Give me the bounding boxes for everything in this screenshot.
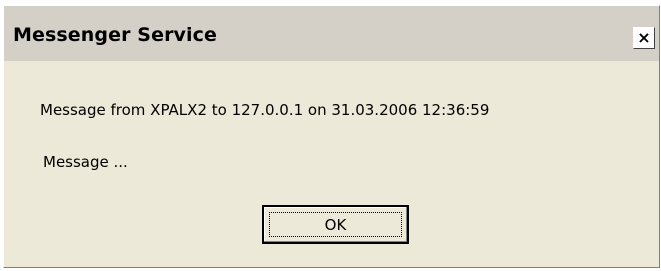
window-title: Messenger Service <box>13 24 217 46</box>
title-bar[interactable]: Messenger Service × <box>4 6 659 61</box>
messenger-dialog: Messenger Service × Message from XPALX2 … <box>3 5 660 268</box>
message-header: Message from XPALX2 to 127.0.0.1 on 31.0… <box>40 101 490 119</box>
ok-button-label: OK <box>324 215 347 234</box>
close-button[interactable]: × <box>633 27 655 49</box>
ok-button[interactable]: OK <box>262 205 409 244</box>
message-text: Message ... <box>43 153 128 171</box>
dialog-body: Message from XPALX2 to 127.0.0.1 on 31.0… <box>4 61 659 267</box>
close-icon: × <box>637 28 651 47</box>
